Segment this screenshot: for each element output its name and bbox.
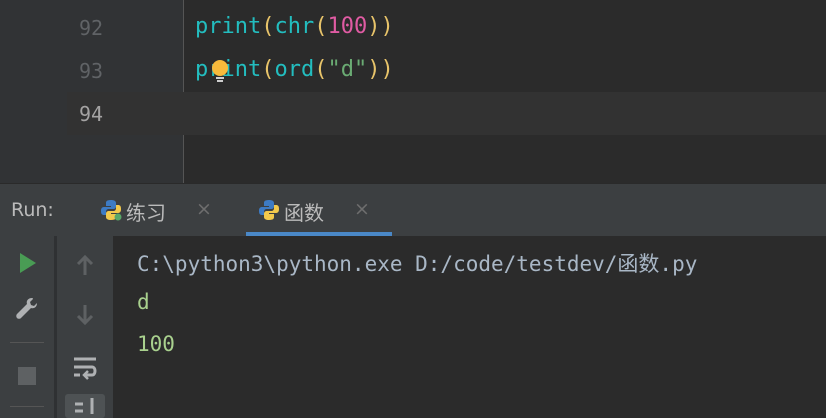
- run-toolbar-secondary: [57, 236, 113, 418]
- run-console-output[interactable]: C:\python3\python.exe D:/code/testdev/函数…: [113, 236, 826, 418]
- toolbar-divider: [10, 406, 44, 407]
- toolbar-divider: [10, 342, 44, 343]
- console-output-line[interactable]: d: [137, 290, 150, 314]
- editor-left-strip: [0, 0, 67, 183]
- tab-close-button[interactable]: ×: [196, 198, 212, 220]
- run-tab-lianxi[interactable]: 练习 ×: [100, 184, 220, 236]
- code-editor[interactable]: 92 print(chr(100)) 93 print(ord("d")) 94: [0, 0, 826, 183]
- run-label: Run:: [11, 199, 54, 221]
- tab-label: 练习: [126, 201, 166, 225]
- scroll-down-icon[interactable]: [70, 300, 100, 330]
- intention-bulb-icon[interactable]: [212, 60, 228, 84]
- code-line-93[interactable]: 93 print(ord("d")): [67, 49, 826, 92]
- code-line-92[interactable]: 92 print(chr(100)): [67, 6, 826, 49]
- run-icon[interactable]: [12, 248, 42, 278]
- run-tab-hanshu[interactable]: 函数 ×: [258, 184, 378, 236]
- run-toolwindow-header: Run: 练习 × 函数 ×: [0, 183, 826, 237]
- run-toolbar-primary: [0, 236, 54, 418]
- line-number: 93: [79, 59, 104, 83]
- scroll-up-icon[interactable]: [70, 250, 100, 280]
- python-file-icon: [101, 200, 122, 221]
- console-output-line[interactable]: 100: [137, 332, 175, 356]
- settings-wrench-icon[interactable]: [12, 294, 42, 324]
- tab-label: 函数: [284, 201, 324, 225]
- code-text[interactable]: print(chr(100)): [195, 14, 394, 39]
- tab-close-button[interactable]: ×: [354, 198, 370, 220]
- console-command-line[interactable]: C:\python3\python.exe D:/code/testdev/函数…: [137, 248, 697, 278]
- python-file-icon: [259, 200, 279, 220]
- stop-icon[interactable]: [12, 361, 42, 391]
- line-number: 92: [79, 16, 104, 40]
- scroll-to-end-icon[interactable]: [65, 394, 105, 418]
- soft-wrap-icon[interactable]: [70, 352, 100, 382]
- code-line-94-current[interactable]: 94: [67, 92, 826, 135]
- line-number: 94: [79, 102, 104, 126]
